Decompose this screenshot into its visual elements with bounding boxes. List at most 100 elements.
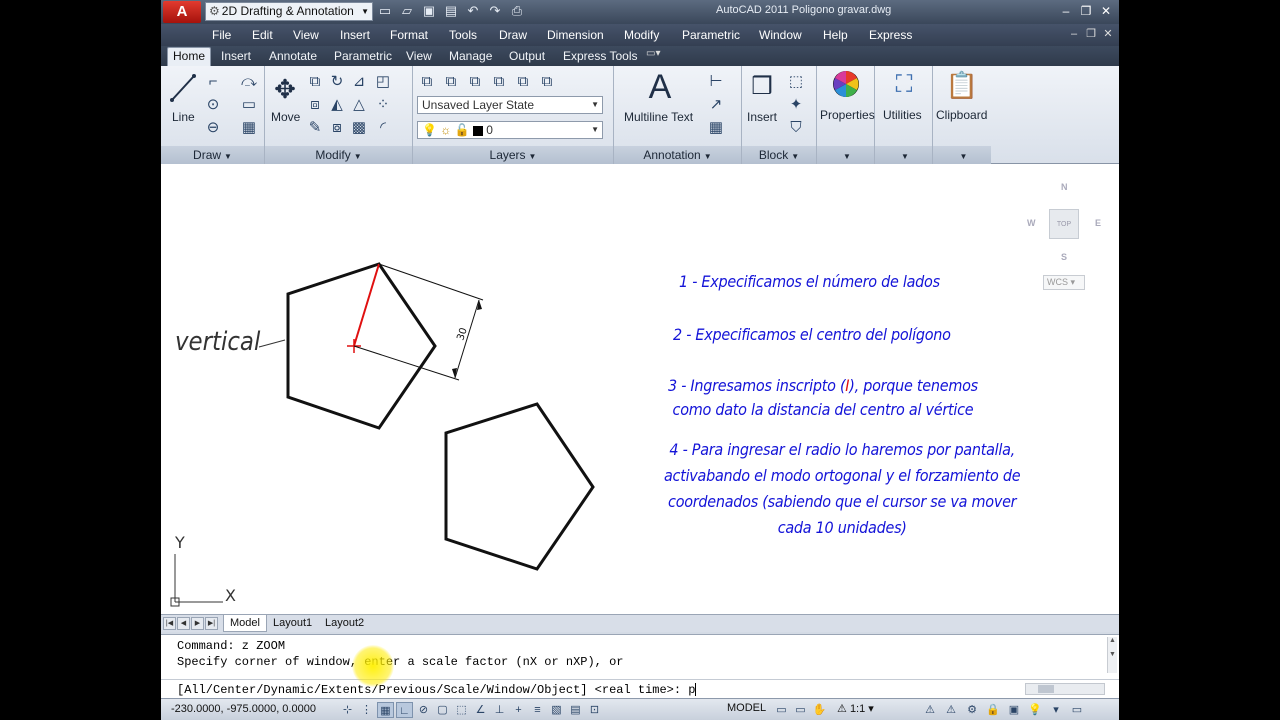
application-menu-button[interactable]: A [163,1,201,23]
menu-file[interactable]: File [212,28,231,42]
dyn-icon[interactable]: + [510,702,527,718]
lock-icon[interactable]: 🔒 [984,702,1002,718]
snap-mode-icon[interactable]: ⋮ [358,702,375,718]
edit-block-icon[interactable]: ✦ [786,95,806,115]
command-scrollbar[interactable]: ▲ ▼ [1107,637,1117,673]
menu-parametric[interactable]: Parametric [682,28,740,42]
status-menu-icon[interactable]: ▾ [1047,702,1065,718]
tab-parametric[interactable]: Parametric [334,49,392,63]
arc-icon[interactable]: ⤼ [239,72,259,92]
next-tab-icon[interactable]: ▶ [191,617,204,630]
model-space-button[interactable]: MODEL [727,702,766,714]
grid-icon[interactable]: ▦ [377,702,394,718]
modify-panel-title[interactable]: Modify ▼ [265,146,412,164]
lwt-icon[interactable]: ≡ [529,702,546,718]
hatch-icon[interactable]: ▦ [239,118,259,138]
open-icon[interactable]: ▱ [399,3,415,19]
multiline-text-icon[interactable]: A [640,70,680,104]
properties-panel-title[interactable]: ▼ [817,146,874,164]
menu-insert[interactable]: Insert [340,28,370,42]
save-as-icon[interactable]: ▤ [443,3,459,19]
tab-model[interactable]: Model [223,615,267,632]
clipboard-icon[interactable]: 📋 [945,68,979,102]
ribbon-minimize-icon[interactable]: ▭▾ [646,48,660,59]
scroll-thumb[interactable] [1038,685,1054,693]
create-block-icon[interactable]: ⬚ [786,72,806,92]
layer-select[interactable]: 💡 ☼ 🔓 0 ▼ [417,121,603,139]
color-wheel-icon[interactable] [829,68,863,108]
menu-edit[interactable]: Edit [252,28,273,42]
menu-help[interactable]: Help [823,28,848,42]
ellipse-icon[interactable]: ⊖ [203,118,223,138]
last-tab-icon[interactable]: ▶| [205,617,218,630]
viewcube-west[interactable]: W [1027,218,1036,228]
layer-match-icon[interactable]: ⧉ [465,72,485,92]
close-icon[interactable]: ✕ [1097,3,1115,19]
layer-freeze-icon[interactable]: ⧉ [537,72,557,92]
drawing-canvas[interactable]: 30 Y X vertical 1 - Expecificamos el núm… [161,164,1119,614]
tab-view[interactable]: View [406,49,432,63]
menu-format[interactable]: Format [390,28,428,42]
dimension-icon[interactable]: ⊢ [706,72,726,92]
tab-insert[interactable]: Insert [221,49,251,63]
polyline-icon[interactable]: ⌐ [203,72,223,92]
ortho-icon[interactable]: ∟ [396,702,413,718]
clean-screen-icon[interactable]: ▭ [1068,702,1086,718]
layer-previous-icon[interactable]: ⧉ [489,72,509,92]
tab-layout2[interactable]: Layout2 [319,615,370,632]
polar-icon[interactable]: ⊘ [415,702,432,718]
trim-icon[interactable]: ⊿ [349,72,369,92]
annotation-visibility-icon[interactable]: ⚠ [921,702,939,718]
tab-annotate[interactable]: Annotate [269,49,317,63]
line-icon[interactable] [167,70,199,112]
move-icon[interactable]: ✥ [269,72,301,106]
undo-icon[interactable]: ↶ [465,3,481,19]
menu-express[interactable]: Express [869,28,912,42]
rotate-icon[interactable]: ↻ [327,72,347,92]
tab-manage[interactable]: Manage [449,49,492,63]
osnap-icon[interactable]: ▢ [434,702,451,718]
restore-icon[interactable]: ❐ [1077,3,1095,19]
restore-icon[interactable]: ❐ [1084,27,1098,41]
command-input[interactable]: [All/Center/Dynamic/Extents/Previous/Sca… [161,679,1119,699]
ducs-icon[interactable]: ⊥ [491,702,508,718]
layers-panel-title[interactable]: Layers ▼ [413,146,613,164]
new-icon[interactable]: ▭ [377,3,393,19]
minimize-icon[interactable]: – [1057,3,1075,19]
viewcube[interactable]: N S W E TOP WCS ▾ [1025,182,1105,290]
pentagon-1[interactable] [286,262,437,430]
layer-properties-icon[interactable]: ⧉ [417,72,437,92]
redo-icon[interactable]: ↷ [487,3,503,19]
rectangle-icon[interactable]: ▭ [239,95,259,115]
menu-draw[interactable]: Draw [499,28,527,42]
infer-constraints-icon[interactable]: ⊹ [339,702,356,718]
hardware-acceleration-icon[interactable]: ▣ [1005,702,1023,718]
quick-view-drawings-icon[interactable]: ▭ [792,702,809,718]
attribute-icon[interactable]: ⛉ [786,118,806,138]
first-tab-icon[interactable]: |◀ [163,617,176,630]
block-panel-title[interactable]: Block ▼ [742,146,816,164]
plot-icon[interactable]: ⎙ [509,3,525,19]
command-hscroll[interactable] [1025,683,1105,695]
viewcube-north[interactable]: N [1061,182,1068,192]
sc-icon[interactable]: ⊡ [586,702,603,718]
menu-modify[interactable]: Modify [624,28,659,42]
qp-icon[interactable]: ▤ [567,702,584,718]
pentagon-2[interactable] [444,402,595,571]
offset-icon[interactable]: ◜ [373,118,393,138]
mirror-icon[interactable]: ⧈ [305,95,325,115]
menu-tools[interactable]: Tools [449,28,477,42]
layer-isolate-icon[interactable]: ⧉ [513,72,533,92]
close-icon[interactable]: ✕ [1101,27,1115,41]
minimize-icon[interactable]: – [1067,27,1081,41]
prev-tab-icon[interactable]: ◀ [177,617,190,630]
tpy-icon[interactable]: ▧ [548,702,565,718]
save-icon[interactable]: ▣ [421,3,437,19]
leader-icon[interactable]: ↗ [706,95,726,115]
explode-icon[interactable]: ⁘ [373,95,393,115]
erase-icon[interactable]: ◰ [373,72,393,92]
annotation-scale[interactable]: ⚠ 1:1 ▾ [837,702,874,715]
viewcube-east[interactable]: E [1095,218,1101,228]
utilities-icon[interactable]: ⛶ [887,68,921,102]
workspace-switch-icon[interactable]: ⚙ [963,702,981,718]
